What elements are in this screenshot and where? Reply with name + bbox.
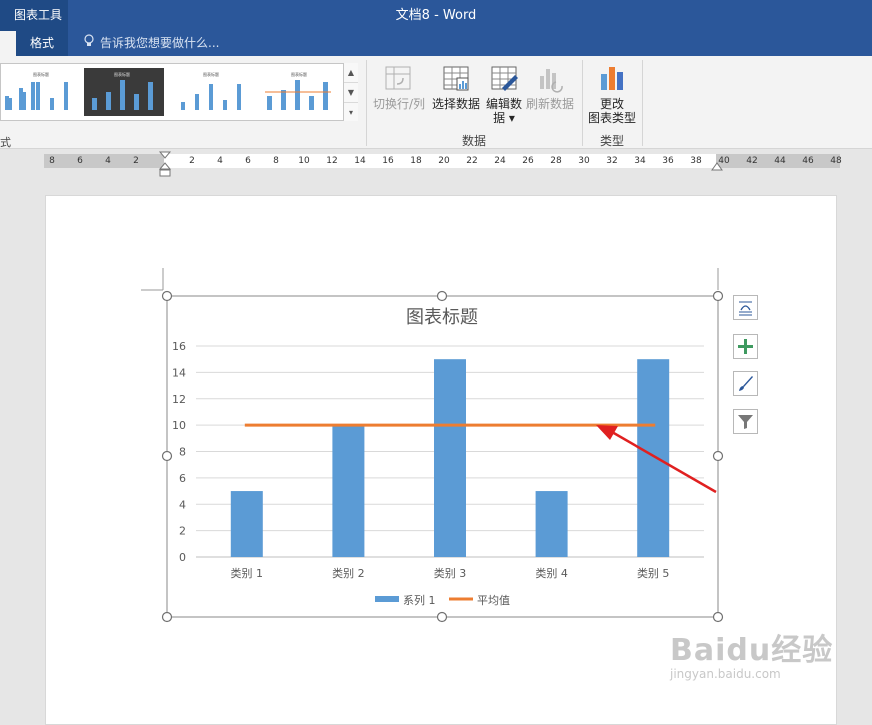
x-tick-label: 类别 2	[332, 566, 365, 580]
x-tick-label: 类别 3	[434, 566, 467, 580]
resize-handle[interactable]	[436, 290, 448, 302]
resize-handle[interactable]	[712, 290, 724, 302]
resize-handle[interactable]	[161, 450, 173, 462]
y-tick-label: 6	[179, 472, 186, 485]
bar[interactable]	[230, 491, 263, 557]
bar[interactable]	[535, 491, 568, 557]
plus-icon	[738, 339, 753, 354]
x-tick-label: 类别 5	[637, 566, 670, 580]
y-tick-label: 2	[179, 525, 186, 538]
legend-label: 系列 1	[403, 593, 436, 607]
bar[interactable]	[434, 359, 466, 557]
paintbrush-icon	[739, 376, 753, 391]
watermark-logo: Baidu经验	[670, 633, 834, 668]
y-tick-label: 14	[172, 366, 186, 379]
layout-options-button[interactable]	[733, 295, 758, 320]
bar[interactable]	[637, 359, 670, 557]
x-tick-label: 类别 1	[231, 566, 264, 580]
chart-elements-button[interactable]	[733, 334, 758, 359]
y-tick-label: 12	[172, 393, 186, 406]
chart-styles-button[interactable]	[733, 371, 758, 396]
watermark-url: jingyan.baidu.com	[670, 667, 781, 681]
resize-handle[interactable]	[161, 611, 173, 623]
y-tick-label: 16	[172, 340, 186, 353]
filter-icon	[738, 415, 753, 429]
y-tick-label: 4	[179, 498, 186, 511]
bar[interactable]	[332, 425, 365, 557]
x-tick-label: 类别 4	[535, 566, 568, 580]
chart-title[interactable]: 图表标题	[406, 307, 478, 328]
chart-filters-button[interactable]	[733, 409, 758, 434]
resize-handle[interactable]	[161, 290, 173, 302]
resize-handle[interactable]	[436, 611, 448, 623]
legend-label: 平均值	[477, 594, 510, 607]
layout-options-icon	[739, 301, 752, 316]
resize-handle[interactable]	[712, 450, 724, 462]
y-tick-label: 0	[179, 551, 186, 564]
resize-handle[interactable]	[712, 611, 724, 623]
watermark: Baidu经验 jingyan.baidu.com	[670, 625, 833, 681]
legend-swatch-bar	[375, 596, 399, 602]
y-tick-label: 10	[172, 419, 186, 432]
y-tick-label: 8	[179, 446, 186, 459]
